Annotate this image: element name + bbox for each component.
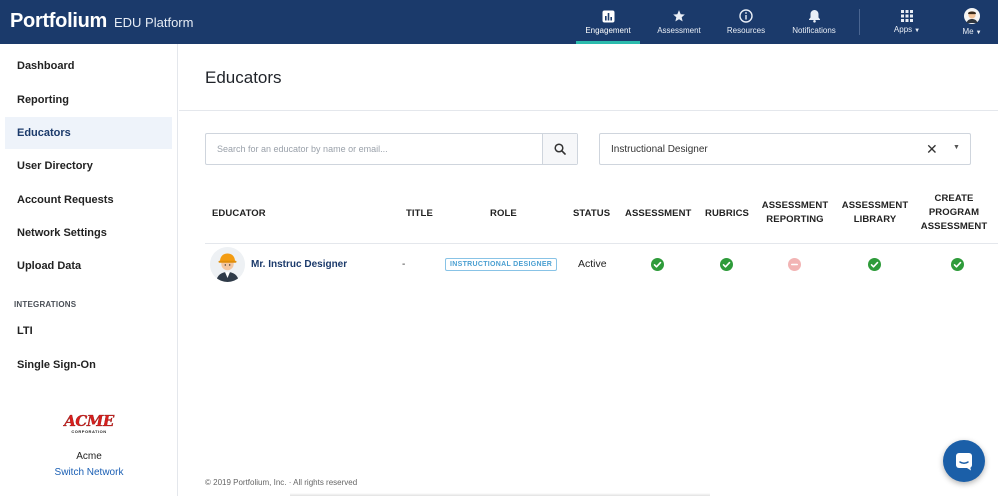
- sidebar-section-integrations: INTEGRATIONS: [14, 300, 77, 309]
- column-header-assessment[interactable]: ASSESSMENT: [625, 207, 691, 221]
- nav-divider: [859, 9, 860, 35]
- network-logo: ACME CORPORATION: [64, 412, 114, 434]
- grid-icon: [901, 10, 913, 22]
- star-icon: [673, 10, 685, 22]
- column-header-rubrics[interactable]: RUBRICS: [705, 207, 749, 221]
- nav-engagement[interactable]: Engagement: [576, 0, 640, 44]
- checkmark-icon: [653, 261, 662, 268]
- title-divider: [179, 110, 998, 111]
- nav-notifications-label: Notifications: [792, 26, 836, 35]
- bar-chart-icon: [602, 10, 614, 22]
- status-text: Active: [578, 258, 607, 270]
- search-button[interactable]: [542, 134, 577, 164]
- check-circle-icon[interactable]: [951, 258, 964, 271]
- clear-icon[interactable]: ✕: [926, 141, 938, 157]
- sidebar-item-account-requests[interactable]: Account Requests: [5, 184, 172, 216]
- nav-me-label: Me: [962, 27, 974, 36]
- search-icon: [554, 143, 566, 155]
- switch-network-link[interactable]: Switch Network: [0, 467, 178, 478]
- chat-icon: [956, 453, 972, 471]
- table-header-divider: [205, 243, 998, 244]
- chevron-down-icon: ▼: [914, 28, 921, 34]
- sidebar-item-dashboard[interactable]: Dashboard: [5, 50, 172, 82]
- sidebar-item-single-sign-on[interactable]: Single Sign-On: [5, 349, 172, 381]
- sidebar-item-network-settings[interactable]: Network Settings: [5, 217, 172, 249]
- nav-apps[interactable]: Apps ▼: [886, 0, 928, 44]
- nav-notifications[interactable]: Notifications: [786, 0, 842, 44]
- info-icon: [739, 9, 753, 23]
- search-input[interactable]: [206, 134, 543, 164]
- column-header-create-program-assessment[interactable]: CREATE PROGRAM ASSESSMENT: [919, 192, 989, 234]
- column-header-assessment-library[interactable]: ASSESSMENT LIBRARY: [839, 199, 911, 227]
- column-header-assessment-reporting[interactable]: ASSESSMENT REPORTING: [759, 199, 831, 227]
- nav-resources[interactable]: Resources: [722, 0, 770, 44]
- nav-resources-label: Resources: [726, 26, 766, 35]
- educator-search: [205, 133, 578, 165]
- column-header-create-program-assessment-clip: CREATE PROGRAM ASSESSMENT: [917, 192, 998, 238]
- check-circle-icon[interactable]: [720, 258, 733, 271]
- chevron-down-icon: ▼: [975, 30, 982, 36]
- nav-engagement-label: Engagement: [585, 25, 631, 35]
- nav-assessment-label: Assessment: [657, 26, 701, 35]
- sidebar-item-lti[interactable]: LTI: [5, 315, 172, 347]
- checkmark-icon: [870, 261, 879, 268]
- check-circle-icon[interactable]: [868, 258, 881, 271]
- checkmark-icon: [953, 261, 962, 268]
- sidebar-item-upload-data[interactable]: Upload Data: [5, 250, 172, 282]
- page-title: Educators: [205, 68, 282, 87]
- brand-logo[interactable]: Portfolium: [10, 10, 107, 33]
- column-header-status[interactable]: STATUS: [573, 207, 610, 221]
- chevron-down-icon[interactable]: ▼: [953, 144, 960, 151]
- column-header-role[interactable]: ROLE: [490, 207, 517, 221]
- bell-icon: [808, 10, 820, 23]
- nav-assessment[interactable]: Assessment: [650, 0, 708, 44]
- brand[interactable]: Portfolium EDU Platform: [10, 10, 193, 33]
- brand-product: EDU Platform: [114, 15, 194, 30]
- nav-me[interactable]: Me ▼: [952, 0, 992, 44]
- educator-name-link[interactable]: Mr. Instruc Designer: [251, 259, 347, 270]
- chat-button[interactable]: [943, 440, 985, 482]
- column-header-educator[interactable]: EDUCATOR: [212, 207, 266, 221]
- educator-title: -: [402, 259, 406, 270]
- role-badge: INSTRUCTIONAL DESIGNER: [445, 258, 558, 271]
- role-filter-select[interactable]: Instructional Designer ✕ ▼: [599, 133, 971, 165]
- footer-copyright: © 2019 Portfolium, Inc. · All rights res…: [205, 478, 358, 487]
- sidebar-item-reporting[interactable]: Reporting: [5, 84, 172, 116]
- user-avatar-icon: [964, 8, 980, 24]
- checkmark-icon: [722, 261, 731, 268]
- avatar: [210, 247, 245, 282]
- network-name: Acme: [76, 451, 102, 462]
- role-filter-value: Instructional Designer: [611, 144, 708, 155]
- column-header-title[interactable]: TITLE: [406, 207, 433, 221]
- sidebar: Dashboard Reporting Educators User Direc…: [0, 44, 178, 496]
- check-circle-icon[interactable]: [651, 258, 664, 271]
- nav-apps-label: Apps: [893, 25, 913, 34]
- top-navigation-bar: Portfolium EDU Platform Engagement Asses…: [0, 0, 998, 44]
- sidebar-item-educators[interactable]: Educators: [5, 117, 172, 149]
- sidebar-item-user-directory[interactable]: User Directory: [5, 150, 172, 182]
- minus-icon: [790, 263, 798, 266]
- minus-circle-icon[interactable]: [788, 258, 801, 271]
- construction-worker-icon: [210, 247, 245, 282]
